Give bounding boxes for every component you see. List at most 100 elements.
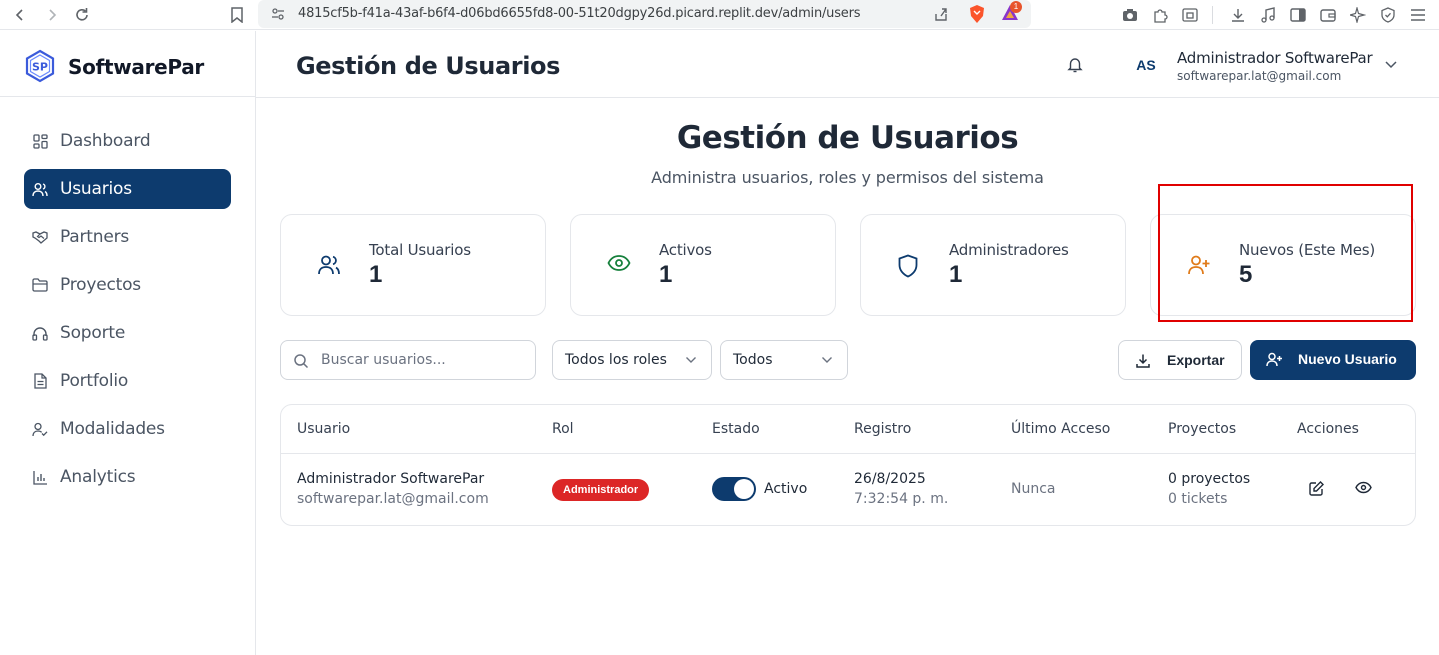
brand[interactable]: SP SoftwarePar xyxy=(0,31,255,97)
stat-value: 1 xyxy=(659,261,673,288)
stat-card-active: Activos 1 xyxy=(570,214,836,316)
address-bar[interactable]: 4815cf5b-f41a-43af-b6f4-d06bd6655fd8-00-… xyxy=(258,0,1031,28)
sidebar-item-usuarios[interactable]: Usuarios xyxy=(24,169,231,209)
rewards-badge: 1 xyxy=(1010,1,1022,13)
site-settings-icon[interactable] xyxy=(270,6,286,22)
role-badge: Administrador xyxy=(552,479,650,501)
users-icon xyxy=(32,181,48,197)
stat-label: Total Usuarios xyxy=(369,241,471,259)
projects-count: 0 proyectos xyxy=(1168,471,1251,487)
stat-label: Administradores xyxy=(949,241,1069,259)
back-icon[interactable] xyxy=(8,3,32,27)
toolbar-separator xyxy=(1212,6,1213,24)
stat-label: Activos xyxy=(659,241,712,259)
sidebar-item-label: Modalidades xyxy=(60,419,165,439)
document-icon xyxy=(32,373,48,389)
sidebar-item-proyectos[interactable]: Proyectos xyxy=(24,265,231,305)
new-user-button[interactable]: Nuevo Usuario xyxy=(1250,340,1416,380)
sidebar-item-modalidades[interactable]: Modalidades xyxy=(24,409,231,449)
column-header-registro[interactable]: Registro xyxy=(854,421,911,437)
brave-rewards-icon[interactable]: 1 xyxy=(1000,1,1022,23)
screenshot-icon[interactable] xyxy=(1118,3,1142,27)
export-button[interactable]: Exportar xyxy=(1118,340,1242,380)
chevron-down-icon[interactable] xyxy=(1384,59,1398,69)
handshake-icon xyxy=(32,229,48,245)
user-email: softwarepar.lat@gmail.com xyxy=(297,491,489,507)
column-header-proyectos[interactable]: Proyectos xyxy=(1168,421,1236,437)
sidebar-item-analytics[interactable]: Analytics xyxy=(24,457,231,497)
forward-icon[interactable] xyxy=(40,3,64,27)
sidebar-toggle-icon[interactable] xyxy=(1286,3,1310,27)
sidebar-item-portfolio[interactable]: Portfolio xyxy=(24,361,231,401)
sidebar-menu: Dashboard Usuarios Partners Proyectos So… xyxy=(24,121,231,505)
table-header: Usuario Rol Estado Registro Último Acces… xyxy=(281,405,1415,454)
user-name[interactable]: Administrador SoftwarePar xyxy=(1177,49,1373,67)
tickets-count: 0 tickets xyxy=(1168,491,1228,507)
role-filter-select[interactable]: Todos los roles xyxy=(552,340,712,380)
status-text: Activo xyxy=(764,481,808,497)
wallet-icon[interactable] xyxy=(1316,3,1340,27)
download-icon xyxy=(1135,353,1151,369)
sidebar: SP SoftwarePar Dashboard Usuarios Partne… xyxy=(0,31,256,655)
folder-icon xyxy=(32,277,48,293)
brave-shields-icon[interactable] xyxy=(968,4,986,24)
leo-ai-icon[interactable] xyxy=(1346,3,1370,27)
column-header-rol[interactable]: Rol xyxy=(552,421,574,437)
sidebar-item-label: Dashboard xyxy=(60,131,151,151)
export-label: Exportar xyxy=(1167,352,1225,368)
sidebar-item-partners[interactable]: Partners xyxy=(24,217,231,257)
sidebar-item-dashboard[interactable]: Dashboard xyxy=(24,121,231,161)
sidebar-item-soporte[interactable]: Soporte xyxy=(24,313,231,353)
search-input[interactable]: Buscar usuarios... xyxy=(280,340,536,380)
browser-menu-icon[interactable] xyxy=(1406,3,1430,27)
registration-time: 7:32:54 p. m. xyxy=(854,491,949,507)
url-text[interactable]: 4815cf5b-f41a-43af-b6f4-d06bd6655fd8-00-… xyxy=(298,6,860,21)
stat-card-admins: Administradores 1 xyxy=(860,214,1126,316)
status-filter-select[interactable]: Todos xyxy=(720,340,848,380)
column-header-ultimo-acceso[interactable]: Último Acceso xyxy=(1011,421,1110,437)
reader-mode-icon[interactable] xyxy=(1178,3,1202,27)
header-title: Gestión de Usuarios xyxy=(296,52,560,80)
reload-icon[interactable] xyxy=(70,3,94,27)
avatar[interactable]: AS xyxy=(1126,53,1166,77)
column-header-acciones: Acciones xyxy=(1297,421,1359,437)
edit-icon[interactable] xyxy=(1309,481,1324,496)
vpn-shield-icon[interactable] xyxy=(1376,3,1400,27)
view-eye-icon[interactable] xyxy=(1355,481,1372,494)
user-name: Administrador SoftwarePar xyxy=(297,471,485,487)
status-filter-value: Todos xyxy=(733,352,773,368)
headphones-icon xyxy=(32,325,48,341)
stat-value: 1 xyxy=(949,261,963,288)
extensions-icon[interactable] xyxy=(1148,3,1172,27)
status-toggle[interactable] xyxy=(712,477,756,501)
last-access: Nunca xyxy=(1011,481,1056,497)
media-icon[interactable] xyxy=(1256,3,1280,27)
sidebar-item-label: Soporte xyxy=(60,323,126,343)
sidebar-item-label: Proyectos xyxy=(60,275,141,295)
softwarepar-logo-icon: SP xyxy=(23,49,57,83)
notifications-bell-icon[interactable] xyxy=(1067,56,1083,73)
page-title: Gestión de Usuarios xyxy=(676,120,1019,156)
sidebar-item-label: Usuarios xyxy=(60,179,132,199)
column-header-estado[interactable]: Estado xyxy=(712,421,760,437)
bookmark-icon[interactable] xyxy=(225,3,249,27)
top-header: Gestión de Usuarios AS Administrador Sof… xyxy=(256,31,1439,98)
download-icon[interactable] xyxy=(1226,3,1250,27)
sidebar-item-label: Portfolio xyxy=(60,371,129,391)
users-icon xyxy=(317,254,341,276)
chevron-down-icon xyxy=(685,356,697,364)
role-filter-value: Todos los roles xyxy=(565,352,667,368)
search-icon xyxy=(293,353,309,369)
column-header-usuario[interactable]: Usuario xyxy=(297,421,350,437)
chevron-down-icon xyxy=(821,356,833,364)
main-content: Gestión de Usuarios Administra usuarios,… xyxy=(256,98,1439,655)
share-icon[interactable] xyxy=(932,5,950,23)
stat-value: 1 xyxy=(369,261,383,288)
stat-card-total-users: Total Usuarios 1 xyxy=(280,214,546,316)
user-email: softwarepar.lat@gmail.com xyxy=(1177,69,1342,83)
search-placeholder: Buscar usuarios... xyxy=(321,352,446,368)
sidebar-item-label: Analytics xyxy=(60,467,136,487)
shield-icon xyxy=(897,254,919,278)
grid-icon xyxy=(32,133,48,149)
svg-text:SP: SP xyxy=(32,61,48,74)
